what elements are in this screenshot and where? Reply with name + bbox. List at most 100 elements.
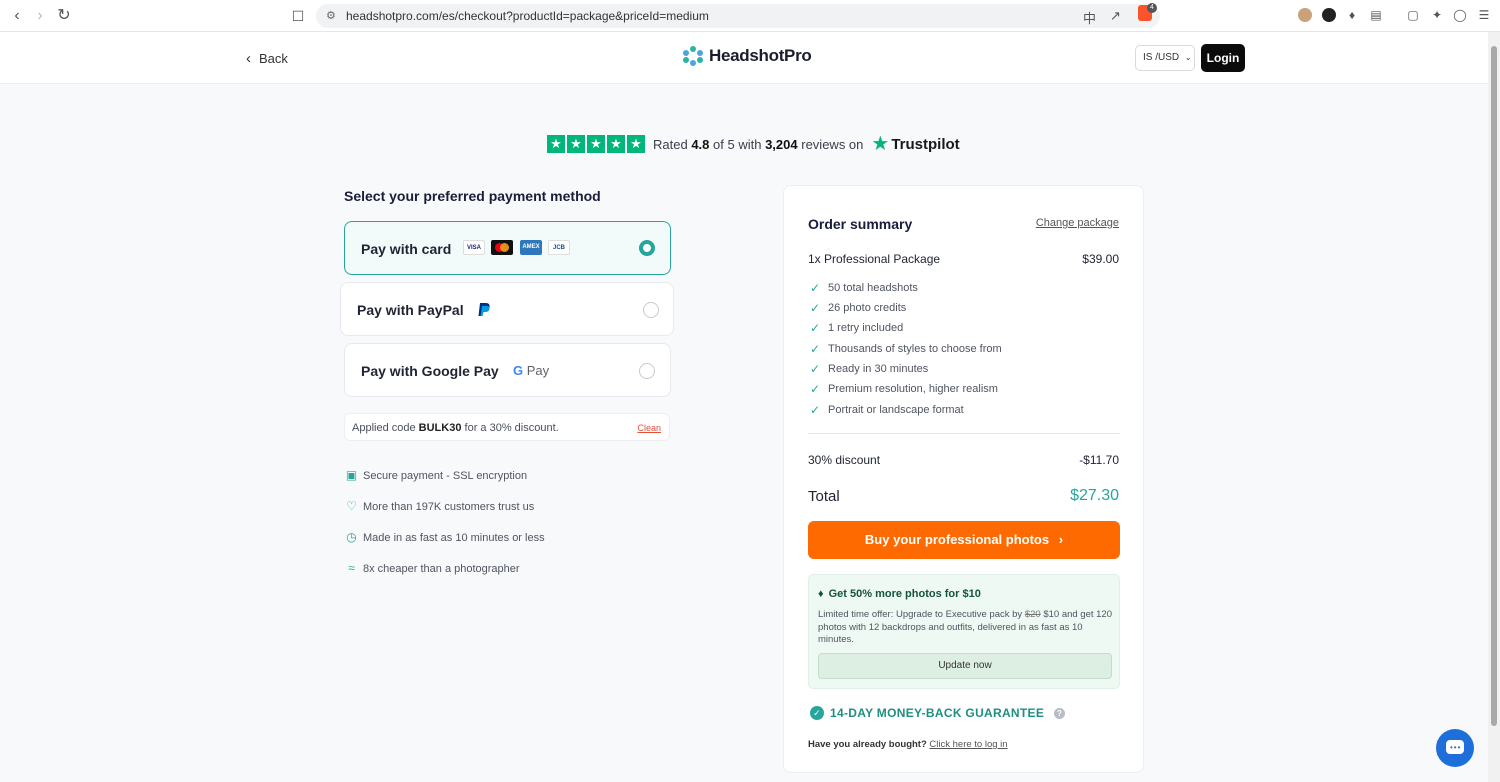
star-icon: ★ — [627, 135, 645, 153]
summary-divider — [808, 433, 1120, 434]
pay-with-paypal-option[interactable]: Pay with PayPal — [340, 282, 674, 336]
leo-ai-icon[interactable]: ✦ — [1430, 8, 1444, 22]
trust-text: Rated 4.8 of 5 with 3,204 reviews on — [653, 136, 864, 152]
money-icon: ≈ — [348, 561, 355, 575]
pay-with-google-pay-option[interactable]: Pay with Google Pay G Pay — [344, 343, 671, 397]
feature-item: ◷ Made in as fast as 10 minutes or less — [346, 530, 545, 544]
feature-item: ▣ Secure payment - SSL encryption — [345, 468, 528, 482]
chevron-down-icon: ⌄ — [1184, 53, 1192, 62]
check-icon: ✓ — [810, 403, 821, 417]
included-item: ✓ Ready in 30 minutes — [810, 362, 929, 376]
forward-arrow-icon[interactable]: › — [30, 6, 50, 26]
pay-option-label: Pay with Google Pay — [361, 363, 499, 379]
menu-icon[interactable]: ☰ — [1477, 8, 1491, 22]
reload-icon[interactable]: ↻ — [54, 6, 74, 26]
upsell-description: Limited time offer: Upgrade to Executive… — [818, 609, 1113, 645]
money-back-guarantee: ✓ 14-DAY MONEY-BACK GUARANTEE ? — [810, 706, 1066, 720]
url-text[interactable]: headshotpro.com/es/checkout?productId=pa… — [346, 9, 709, 23]
buy-photos-button[interactable]: Buy your professional photos › — [808, 521, 1120, 559]
lock-icon: ▣ — [345, 468, 358, 482]
chat-dots: ••• — [1450, 743, 1462, 752]
reader-icon[interactable]: ▤ — [1369, 8, 1383, 22]
payment-section-title: Select your preferred payment method — [344, 188, 601, 204]
bookmark-icon[interactable]: ☐ — [288, 6, 308, 26]
logo-text: HeadshotPro — [709, 46, 812, 65]
included-item: ✓ Portrait or landscape format — [810, 403, 964, 417]
clock-icon: ◷ — [346, 530, 357, 544]
total-label: Total — [808, 488, 840, 505]
change-package-link[interactable]: Change package — [1036, 217, 1119, 229]
login-link[interactable]: Click here to log in — [929, 739, 1007, 750]
paypal-radio[interactable] — [643, 302, 659, 318]
site-header: ‹ Back HeadshotPro IS /USD ⌄ Login — [0, 32, 1488, 84]
trustpilot-star-icon: ★ — [871, 133, 890, 155]
package-name: 1x Professional Package — [808, 252, 941, 266]
upsell-offer: ♦ Get 50% more photos for $10 Limited ti… — [808, 574, 1120, 689]
order-summary-card: Order summary Change package 1x Professi… — [783, 185, 1144, 773]
check-icon: ✓ — [810, 321, 821, 335]
wallet-icon[interactable]: ▢ — [1406, 8, 1420, 22]
google-pay-radio[interactable] — [639, 363, 655, 379]
included-item: ✓ Thousands of styles to choose from — [810, 342, 1002, 356]
clean-coupon-link[interactable]: Clean — [637, 423, 661, 433]
order-summary-title: Order summary — [808, 216, 913, 232]
google-pay-icon: G Pay — [513, 363, 550, 378]
feature-item: ≈ 8x cheaper than a photographer — [345, 561, 519, 575]
extensions-puzzle-icon[interactable]: ♦ — [1345, 8, 1359, 22]
address-bar[interactable]: ⚙ headshotpro.com/es/checkout?productId=… — [316, 4, 1160, 28]
currency-select[interactable]: IS /USD ⌄ — [1135, 45, 1195, 71]
star-icon: ★ — [587, 135, 605, 153]
page-scrollbar[interactable] — [1488, 32, 1500, 782]
update-now-button[interactable]: Update now — [818, 653, 1112, 679]
back-link[interactable]: ‹ Back — [246, 50, 288, 67]
old-price: $20 — [1024, 609, 1041, 620]
rating-value: 4.8 — [691, 136, 710, 152]
discount-label: 30% discount — [808, 453, 881, 467]
check-icon: ✓ — [810, 362, 821, 376]
included-item: ✓ 1 retry included — [810, 321, 904, 335]
share-icon[interactable]: ↗ — [1110, 8, 1121, 24]
included-item: ✓ 50 total headshots — [810, 281, 918, 295]
upsell-title: ♦ Get 50% more photos for $10 — [818, 588, 981, 600]
check-icon: ✓ — [810, 281, 821, 295]
trustpilot-logo: ★ Trustpilot — [871, 133, 960, 155]
jcb-icon: JCB — [548, 240, 570, 255]
pay-option-label: Pay with PayPal — [357, 302, 464, 318]
pay-with-card-option[interactable]: Pay with card VISA AMEX JCB — [344, 221, 671, 275]
included-item: ✓ Premium resolution, higher realism — [810, 382, 998, 396]
chevron-left-icon: ‹ — [246, 50, 251, 67]
total-value: $27.30 — [1070, 487, 1119, 504]
already-bought-text: Have you already bought? Click here to l… — [808, 739, 1008, 750]
back-label: Back — [259, 51, 288, 66]
check-icon: ✓ — [810, 342, 821, 356]
logo-mark-icon — [683, 46, 703, 66]
tag-icon: ♦ — [818, 588, 824, 600]
chevron-right-icon: › — [1058, 532, 1064, 547]
translate-icon[interactable]: 中 — [1083, 8, 1096, 27]
brave-shields-badge: 4 — [1147, 3, 1157, 13]
star-icon: ★ — [547, 135, 565, 153]
vpn-shield-icon[interactable]: ◯ — [1453, 8, 1467, 22]
visa-icon: VISA — [463, 240, 485, 255]
card-radio[interactable] — [639, 240, 655, 256]
chat-widget-button[interactable]: ••• — [1436, 729, 1474, 767]
discount-value: -$11.70 — [1079, 453, 1119, 467]
logo[interactable]: HeadshotPro — [683, 46, 812, 66]
pay-option-label: Pay with card — [361, 241, 452, 257]
paypal-icon — [478, 303, 490, 316]
package-price: $39.00 — [1082, 252, 1119, 266]
rating-stars: ★ ★ ★ ★ ★ — [547, 135, 645, 153]
login-button[interactable]: Login — [1201, 44, 1245, 72]
extension-icon[interactable] — [1322, 8, 1336, 22]
heart-icon: ♡ — [346, 499, 357, 513]
back-arrow-icon[interactable]: ‹ — [7, 6, 27, 26]
star-icon: ★ — [567, 135, 585, 153]
included-item: ✓ 26 photo credits — [810, 301, 907, 315]
help-icon[interactable]: ? — [1054, 707, 1066, 719]
site-settings-icon[interactable]: ⚙ — [326, 9, 336, 22]
currency-value: IS /USD — [1143, 52, 1180, 63]
extension-icon[interactable] — [1298, 8, 1312, 22]
scrollbar-thumb[interactable] — [1491, 46, 1497, 726]
coupon-text: Applied code BULK30 for a 30% discount. — [352, 422, 559, 434]
review-count: 3,204 — [765, 136, 798, 152]
